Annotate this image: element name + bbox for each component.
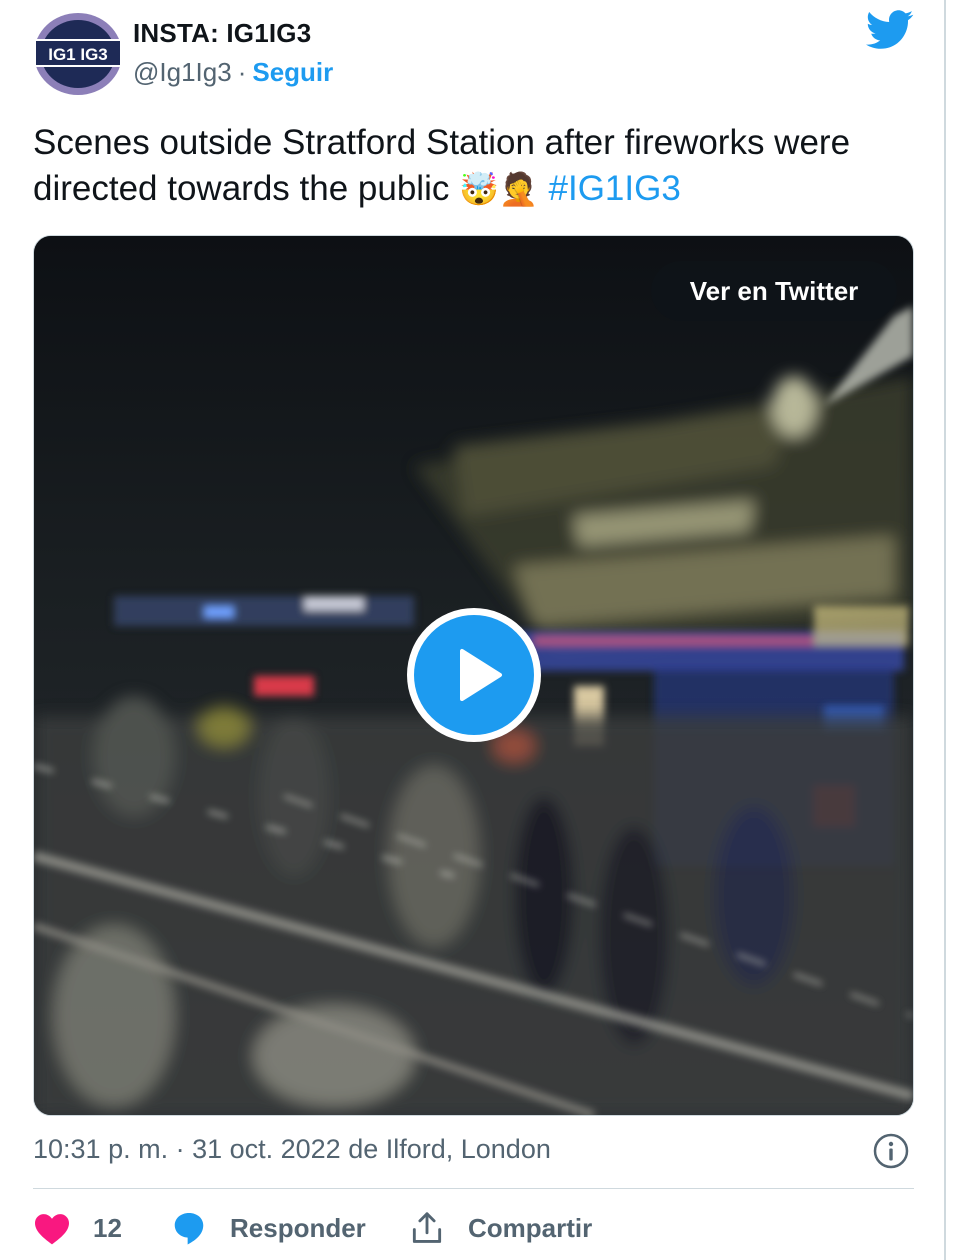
- avatar[interactable]: IG1 IG3: [33, 12, 123, 96]
- tweet-text: Scenes outside Stratford Station after f…: [33, 120, 903, 212]
- reply-button[interactable]: Responder: [170, 1206, 366, 1250]
- author-handle[interactable]: @Ig1Ig3: [133, 57, 232, 88]
- twitter-bird-icon[interactable]: [865, 10, 914, 50]
- facepalm-emoji: 🤦: [498, 170, 539, 208]
- like-button[interactable]: 12: [33, 1206, 122, 1250]
- avatar-text: IG1 IG3: [48, 45, 108, 64]
- author-name[interactable]: INSTA: IG1IG3: [133, 18, 311, 49]
- exploding-head-emoji: 🤯: [459, 170, 499, 208]
- play-icon: [460, 649, 502, 701]
- share-label: Compartir: [468, 1212, 593, 1243]
- heart-icon: [35, 1214, 69, 1245]
- tweet-timestamp[interactable]: 10:31 p. m. · 31 oct. 2022 de Ilford, Lo…: [33, 1134, 551, 1165]
- share-icon: [412, 1212, 442, 1243]
- divider: [33, 1188, 914, 1189]
- embedded-tweet-card: IG1 IG3 INSTA: IG1IG3 @Ig1Ig3 · Seguir S…: [0, 0, 946, 1260]
- share-button[interactable]: Compartir: [408, 1206, 592, 1250]
- tweet-body: Scenes outside Stratford Station after f…: [33, 123, 851, 208]
- reply-label: Responder: [230, 1212, 366, 1243]
- info-icon[interactable]: [872, 1132, 910, 1170]
- hashtag-link[interactable]: #IG1IG3: [549, 169, 681, 208]
- handle-row: @Ig1Ig3 · Seguir: [133, 57, 333, 88]
- separator-dot: ·: [237, 57, 247, 87]
- follow-link[interactable]: Seguir: [252, 57, 333, 88]
- play-button[interactable]: [407, 608, 541, 742]
- reply-bubble-icon: [174, 1213, 204, 1245]
- watch-on-twitter-button[interactable]: Ver en Twitter: [651, 261, 897, 321]
- video-player[interactable]: Ver en Twitter: [33, 235, 914, 1116]
- like-count: 12: [93, 1212, 122, 1243]
